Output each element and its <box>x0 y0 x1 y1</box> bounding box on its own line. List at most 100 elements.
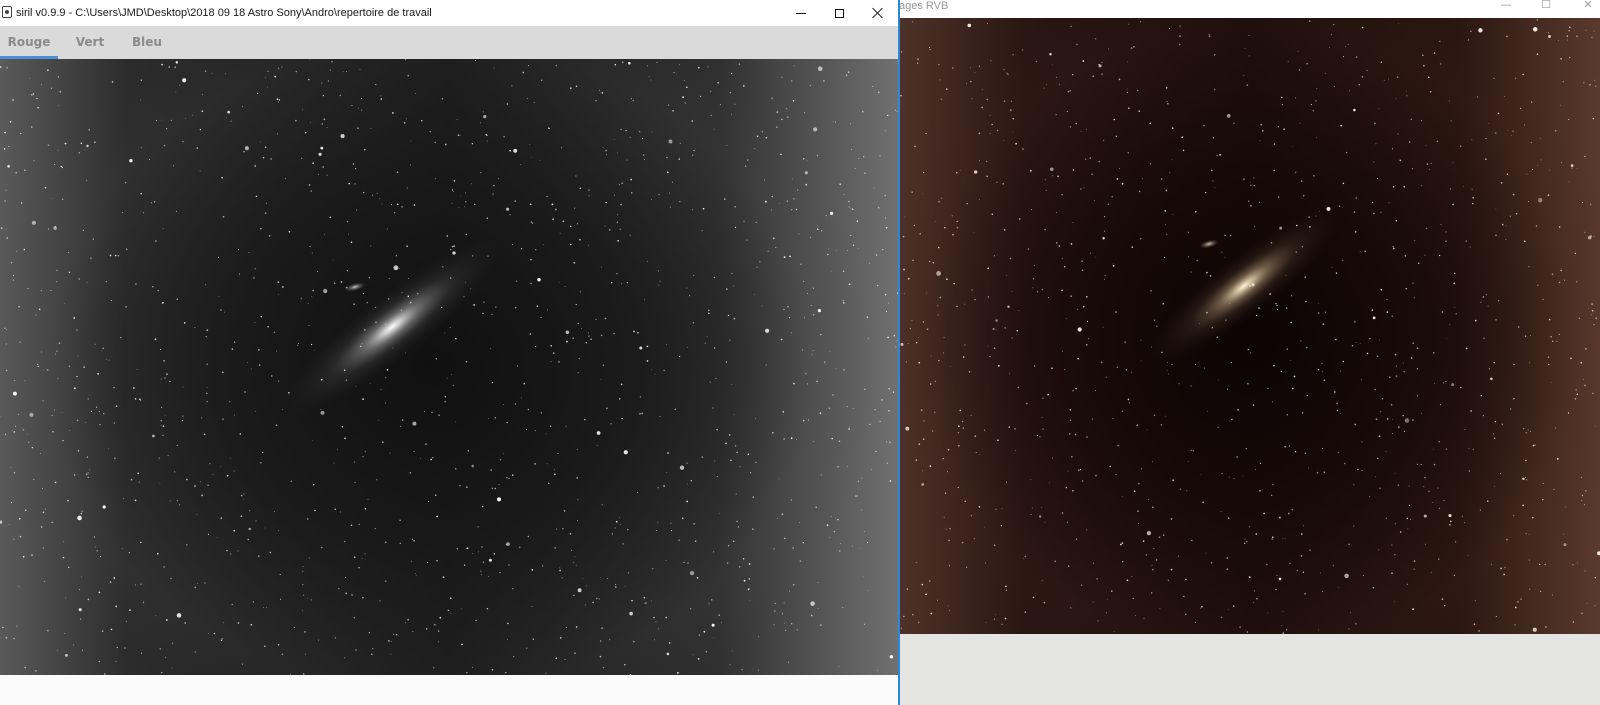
star <box>1583 82 1585 84</box>
star <box>375 306 377 308</box>
star <box>1312 110 1314 112</box>
star <box>1284 446 1286 448</box>
star <box>857 480 860 483</box>
star <box>1316 471 1319 474</box>
star <box>1287 512 1290 515</box>
star <box>176 298 178 300</box>
star <box>343 369 346 372</box>
star <box>799 522 801 523</box>
star <box>1571 167 1573 169</box>
star <box>1021 49 1024 51</box>
star <box>370 127 372 130</box>
star <box>1478 630 1480 632</box>
star <box>32 93 35 95</box>
star <box>1192 450 1194 452</box>
star <box>1413 560 1416 562</box>
star <box>503 403 505 405</box>
star <box>1590 203 1592 205</box>
star <box>1449 524 1451 526</box>
star <box>937 246 940 249</box>
star <box>1354 423 1357 426</box>
star <box>847 71 850 73</box>
rgb-window-maximize-button[interactable]: ☐ <box>1539 0 1553 12</box>
star <box>1406 517 1409 520</box>
star <box>539 159 541 161</box>
star <box>1031 208 1033 210</box>
star <box>1288 445 1290 447</box>
star <box>1128 107 1130 109</box>
rgb-image-window[interactable]: ages RVB — ☐ ✕ <box>899 0 1600 705</box>
star <box>763 179 765 181</box>
star <box>1003 69 1005 71</box>
siril-window-titlebar[interactable]: siril v0.9.9 - C:\Users\JMD\Desktop\2018… <box>0 0 898 26</box>
star <box>157 289 159 292</box>
star <box>1537 284 1539 287</box>
star <box>993 544 996 546</box>
tab-bleu[interactable]: Bleu <box>120 26 174 59</box>
star <box>584 418 586 421</box>
star <box>1259 462 1262 465</box>
star <box>1591 36 1593 39</box>
mono-image-canvas[interactable] <box>0 59 898 675</box>
star <box>388 640 390 642</box>
rgb-window-minimize-button[interactable]: — <box>1499 0 1513 12</box>
star <box>878 91 880 93</box>
star <box>51 198 53 199</box>
star <box>755 417 756 419</box>
tab-vert[interactable]: Vert <box>66 26 114 59</box>
star <box>1143 617 1145 619</box>
star <box>1224 234 1226 237</box>
star <box>1323 379 1326 382</box>
star <box>1061 194 1063 196</box>
star <box>464 206 466 208</box>
star <box>778 478 780 480</box>
star <box>1142 540 1145 542</box>
star <box>480 574 482 576</box>
star <box>690 480 692 482</box>
star <box>1244 538 1246 540</box>
star <box>623 450 628 455</box>
star <box>491 313 493 315</box>
star <box>19 341 21 343</box>
star <box>1003 100 1006 103</box>
star <box>739 566 741 568</box>
star <box>578 357 580 360</box>
star <box>1133 490 1136 493</box>
star <box>396 171 399 174</box>
star <box>1493 362 1495 364</box>
star <box>1214 54 1216 56</box>
star <box>1115 311 1117 313</box>
star <box>1414 240 1416 242</box>
rgb-window-close-button[interactable]: ✕ <box>1581 0 1595 12</box>
star <box>1380 211 1382 213</box>
star <box>1071 455 1073 458</box>
star <box>997 439 999 442</box>
star <box>140 652 143 654</box>
star <box>129 159 133 163</box>
siril-main-window[interactable]: siril v0.9.9 - C:\Users\JMD\Desktop\2018… <box>0 0 900 705</box>
star <box>564 286 566 287</box>
star <box>327 80 330 82</box>
star <box>176 500 178 502</box>
maximize-button[interactable] <box>819 0 859 26</box>
star <box>1263 512 1265 515</box>
star <box>405 118 408 120</box>
rgb-window-titlebar[interactable]: ages RVB — ☐ ✕ <box>899 0 1600 18</box>
star <box>85 422 87 424</box>
star <box>1413 568 1415 570</box>
minimize-button[interactable] <box>781 0 821 26</box>
star <box>31 446 34 449</box>
tab-rouge[interactable]: Rouge <box>0 26 58 59</box>
star <box>123 498 124 499</box>
star <box>805 183 808 186</box>
rgb-image-canvas[interactable] <box>899 18 1600 634</box>
star <box>275 350 277 352</box>
star <box>1041 416 1043 418</box>
star <box>54 481 57 484</box>
star <box>1036 435 1038 437</box>
star <box>367 498 369 500</box>
close-button[interactable] <box>858 0 898 26</box>
star <box>733 317 736 320</box>
star <box>800 263 802 265</box>
star <box>575 85 578 87</box>
